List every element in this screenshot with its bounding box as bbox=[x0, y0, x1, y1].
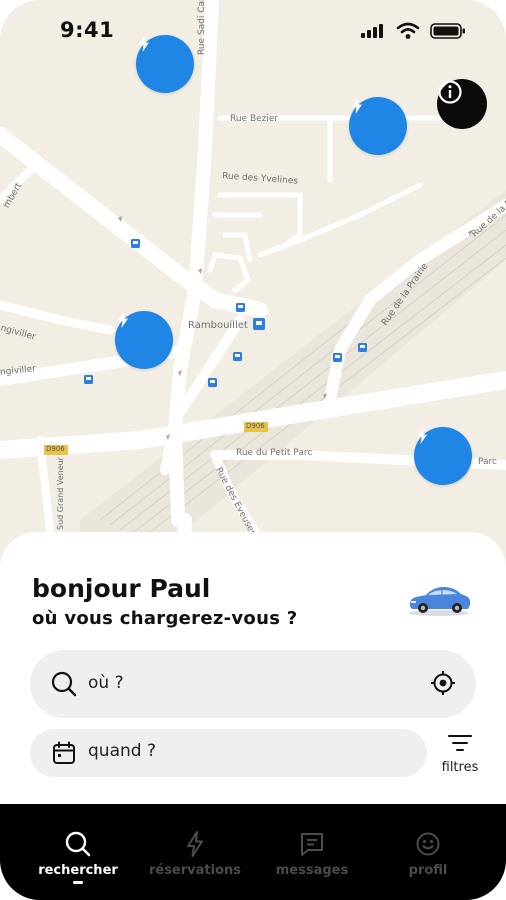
greeting-subtitle: où vous chargerez-vous ? bbox=[32, 608, 298, 629]
nav-tab-reservations[interactable]: réservations bbox=[145, 804, 245, 900]
message-icon bbox=[299, 829, 325, 859]
info-button[interactable] bbox=[437, 79, 487, 129]
map-label: Sud Grand Veneur bbox=[56, 457, 65, 530]
filters-button[interactable]: filtres bbox=[430, 734, 490, 780]
location-search-placeholder: où ? bbox=[88, 673, 124, 693]
map-roads bbox=[0, 0, 506, 600]
date-picker-placeholder: quand ? bbox=[88, 741, 156, 761]
lightning-icon bbox=[184, 829, 206, 859]
app-screen: Rue Sadi Carnot Rue Bezier Rue des Yveli… bbox=[0, 0, 506, 900]
cellular-signal-icon bbox=[361, 24, 383, 38]
nav-label: réservations bbox=[148, 863, 242, 878]
status-time: 9:41 bbox=[60, 18, 115, 42]
nav-label: messages bbox=[275, 863, 349, 878]
greeting-title: bonjour Paul bbox=[32, 574, 211, 603]
search-icon bbox=[64, 829, 92, 859]
road-badge: D906 bbox=[246, 422, 265, 430]
bottom-navigation: rechercher réservations messages profil bbox=[0, 804, 506, 900]
map-label: Rue Bezier bbox=[230, 114, 279, 124]
status-bar: 9:41 bbox=[0, 0, 506, 62]
lightning-icon bbox=[118, 312, 128, 328]
map-label: Parc bbox=[478, 457, 497, 467]
search-icon bbox=[50, 670, 78, 702]
nav-tab-rechercher[interactable]: rechercher bbox=[34, 804, 122, 900]
smiley-icon bbox=[415, 829, 441, 859]
nav-label: rechercher bbox=[38, 863, 118, 878]
road-badge: D906 bbox=[46, 445, 65, 453]
map-view[interactable]: Rue Sadi Carnot Rue Bezier Rue des Yveli… bbox=[0, 0, 506, 600]
location-search-field[interactable]: où ? bbox=[30, 650, 476, 718]
wifi-icon bbox=[396, 22, 420, 39]
lightning-icon bbox=[352, 98, 362, 114]
battery-icon bbox=[430, 23, 465, 39]
status-icons bbox=[360, 22, 466, 40]
lightning-icon bbox=[417, 428, 427, 444]
map-label: Rambouillet bbox=[188, 320, 248, 331]
calendar-icon bbox=[52, 741, 76, 769]
car-illustration bbox=[409, 587, 471, 616]
active-tab-indicator bbox=[73, 881, 83, 884]
map-label: Rue du Petit Parc bbox=[236, 448, 313, 458]
charging-station-pin[interactable] bbox=[414, 427, 472, 485]
charging-station-pin[interactable] bbox=[349, 97, 407, 155]
nav-label: profil bbox=[408, 863, 448, 878]
charging-station-pin[interactable] bbox=[115, 311, 173, 369]
info-icon bbox=[438, 80, 462, 104]
search-sheet: bonjour Paul où vous chargerez-vous ? où… bbox=[0, 532, 506, 832]
date-picker-field[interactable]: quand ? bbox=[30, 729, 427, 777]
filter-icon bbox=[448, 735, 472, 751]
nav-tab-messages[interactable]: messages bbox=[270, 804, 354, 900]
filters-label: filtres bbox=[441, 760, 479, 775]
current-location-icon[interactable] bbox=[430, 670, 456, 700]
nav-tab-profil[interactable]: profil bbox=[395, 804, 461, 900]
